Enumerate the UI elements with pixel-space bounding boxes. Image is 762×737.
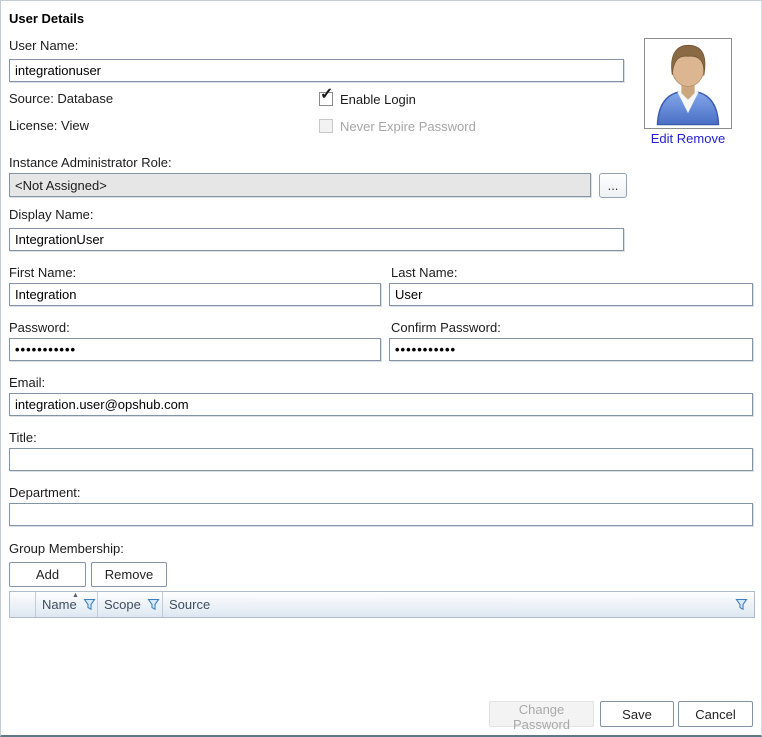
source-text: Source: Database	[9, 91, 113, 106]
user-name-input[interactable]	[9, 59, 624, 82]
confirm-password-input[interactable]	[389, 338, 753, 361]
change-password-button[interactable]: Change Password	[489, 701, 594, 727]
group-remove-button[interactable]: Remove	[91, 562, 167, 587]
avatar-remove-link[interactable]: Remove	[677, 131, 725, 146]
group-membership-label: Group Membership:	[9, 541, 124, 556]
password-input[interactable]	[9, 338, 381, 361]
instance-admin-role-input[interactable]	[9, 173, 591, 197]
enable-login-checkbox[interactable]: ✓	[319, 92, 333, 106]
user-name-label: User Name:	[9, 38, 78, 53]
column-header-source[interactable]: Source	[163, 592, 754, 617]
avatar-actions: Edit Remove	[644, 131, 732, 146]
filter-icon[interactable]	[147, 598, 160, 611]
cancel-button[interactable]: Cancel	[678, 701, 753, 727]
enable-login-label: Enable Login	[340, 92, 416, 107]
role-browse-button[interactable]: ...	[599, 173, 627, 198]
never-expire-password-checkbox[interactable]	[319, 119, 333, 133]
group-table-header: ▲ Name Scope Source	[9, 591, 755, 618]
title-label: Title:	[9, 430, 37, 445]
filter-icon[interactable]	[83, 598, 96, 611]
column-header-name[interactable]: ▲ Name	[36, 592, 98, 617]
never-expire-password-label: Never Expire Password	[340, 119, 476, 134]
confirm-password-label: Confirm Password:	[391, 320, 501, 335]
last-name-input[interactable]	[389, 283, 753, 306]
instance-admin-role-label: Instance Administrator Role:	[9, 155, 172, 170]
last-name-label: Last Name:	[391, 265, 457, 280]
email-input[interactable]	[9, 393, 753, 416]
user-avatar-image	[646, 40, 730, 127]
group-table-body	[9, 618, 755, 690]
user-details-panel: User Details User Name: Source: Database…	[0, 0, 762, 737]
sort-ascending-icon: ▲	[72, 592, 79, 599]
column-source-label: Source	[169, 597, 210, 612]
first-name-label: First Name:	[9, 265, 76, 280]
title-input[interactable]	[9, 448, 753, 471]
email-label: Email:	[9, 375, 45, 390]
first-name-input[interactable]	[9, 283, 381, 306]
page-title: User Details	[9, 11, 84, 26]
group-add-button[interactable]: Add	[9, 562, 86, 587]
check-icon: ✓	[320, 87, 333, 103]
department-input[interactable]	[9, 503, 753, 526]
license-text: License: View	[9, 118, 89, 133]
department-label: Department:	[9, 485, 81, 500]
avatar-edit-link[interactable]: Edit	[651, 131, 673, 146]
avatar	[644, 38, 732, 129]
column-header-scope[interactable]: Scope	[98, 592, 163, 617]
column-name-label: Name	[42, 597, 77, 612]
save-button[interactable]: Save	[600, 701, 674, 727]
column-scope-label: Scope	[104, 597, 141, 612]
password-label: Password:	[9, 320, 70, 335]
row-selector-column-header[interactable]	[10, 592, 36, 617]
display-name-label: Display Name:	[9, 207, 94, 222]
display-name-input[interactable]	[9, 228, 624, 251]
filter-icon[interactable]	[735, 598, 748, 611]
